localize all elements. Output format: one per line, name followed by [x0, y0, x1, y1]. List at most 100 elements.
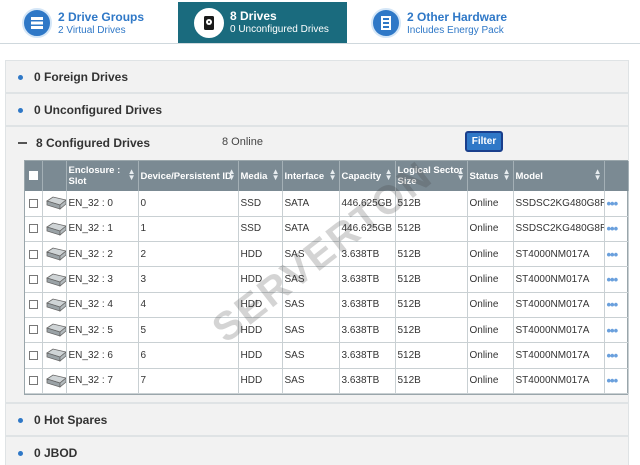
- row-more-button[interactable]: •••: [604, 266, 629, 293]
- row-checkbox[interactable]: [25, 292, 43, 318]
- cell-status: Online: [467, 241, 514, 268]
- section-hot-spares: 0 Hot Spares: [5, 403, 629, 436]
- row-checkbox[interactable]: [25, 342, 43, 369]
- cell-model: ST4000NM017A: [513, 266, 605, 293]
- cell-cap: 446.625GB: [339, 216, 396, 243]
- header-model[interactable]: Model ▲ ▼: [513, 161, 605, 191]
- more-icon[interactable]: •••: [607, 323, 619, 338]
- section-toggle-hot-spares[interactable]: 0 Hot Spares: [6, 404, 628, 436]
- cell-slot: EN_32 : 0: [66, 191, 139, 217]
- more-icon[interactable]: •••: [607, 297, 619, 312]
- section-toggle-foreign[interactable]: 0 Foreign Drives: [6, 61, 628, 93]
- header-sector-size[interactable]: Logical Sector Size ▲ ▼: [395, 161, 468, 191]
- drive-icon: [42, 342, 67, 369]
- cell-slot: EN_32 : 7: [66, 368, 139, 394]
- row-more-button[interactable]: •••: [604, 191, 629, 217]
- row-more-button[interactable]: •••: [604, 241, 629, 268]
- section-title: 0 JBOD: [34, 446, 78, 460]
- cell-cap: 3.638TB: [339, 342, 396, 369]
- cell-id: 1: [138, 216, 239, 243]
- cell-status: Online: [467, 216, 514, 243]
- row-checkbox[interactable]: [25, 368, 43, 394]
- table-row[interactable]: EN_32 : 6 6 HDD SAS 3.638TB 512B Online ST4000N…: [25, 342, 629, 369]
- cell-iface: SAS: [282, 368, 340, 394]
- cell-lss: 512B: [395, 216, 468, 243]
- drive-icon: [42, 191, 67, 217]
- more-icon[interactable]: •••: [607, 247, 619, 262]
- cell-cap: 3.638TB: [339, 292, 396, 318]
- table-row[interactable]: EN_32 : 5 5 HDD SAS 3.638TB 512B Online ST4000N…: [25, 317, 629, 344]
- cell-id: 0: [138, 191, 239, 217]
- tab-subtitle: 0 Unconfigured Drives: [230, 24, 329, 35]
- row-checkbox[interactable]: [25, 266, 43, 293]
- tab-drive-groups[interactable]: 2 Drive Groups 2 Virtual Drives: [22, 3, 144, 43]
- filter-button[interactable]: Filter: [465, 131, 503, 152]
- sort-icon: ▲ ▼: [328, 167, 337, 182]
- cell-slot: EN_32 : 5: [66, 317, 139, 344]
- more-icon[interactable]: •••: [607, 373, 619, 388]
- cell-lss: 512B: [395, 317, 468, 344]
- sort-icon: ▲ ▼: [384, 167, 393, 182]
- table-row[interactable]: EN_32 : 1 1 SSD SATA 446.625GB 512B Online SSDS…: [25, 216, 629, 243]
- more-icon[interactable]: •••: [607, 348, 619, 363]
- cell-iface: SAS: [282, 292, 340, 318]
- table-row[interactable]: EN_32 : 7 7 HDD SAS 3.638TB 512B Online ST4000N…: [25, 368, 629, 394]
- cell-model: ST4000NM017A: [513, 292, 605, 318]
- section-foreign-drives: 0 Foreign Drives: [5, 60, 629, 93]
- cell-cap: 3.638TB: [339, 241, 396, 268]
- cell-status: Online: [467, 368, 514, 394]
- section-toggle-jbod[interactable]: 0 JBOD: [6, 437, 628, 465]
- header-device-id[interactable]: Device/Persistent ID ▲ ▼: [138, 161, 239, 191]
- table-row[interactable]: EN_32 : 2 2 HDD SAS 3.638TB 512B Online ST4000N…: [25, 241, 629, 268]
- cell-lss: 512B: [395, 241, 468, 268]
- cell-slot: EN_32 : 2: [66, 241, 139, 268]
- row-checkbox[interactable]: [25, 317, 43, 344]
- sort-icon: ▲ ▼: [271, 167, 280, 182]
- section-jbod: 0 JBOD: [5, 436, 629, 465]
- bullet-icon: [18, 74, 23, 80]
- header-capacity[interactable]: Capacity ▲ ▼: [339, 161, 396, 191]
- tab-bar: 2 Drive Groups 2 Virtual Drives 8 Drives…: [0, 0, 640, 44]
- tab-other-hardware[interactable]: 2 Other Hardware Includes Energy Pack: [371, 3, 507, 43]
- row-checkbox[interactable]: [25, 191, 43, 217]
- row-more-button[interactable]: •••: [604, 317, 629, 344]
- row-more-button[interactable]: •••: [604, 216, 629, 243]
- tab-divider: [0, 43, 640, 44]
- more-icon[interactable]: •••: [607, 272, 619, 287]
- section-title: 0 Unconfigured Drives: [34, 103, 163, 117]
- drive-icon: [42, 241, 67, 268]
- header-interface[interactable]: Interface ▲ ▼: [282, 161, 340, 191]
- more-icon[interactable]: •••: [607, 221, 619, 236]
- row-more-button[interactable]: •••: [604, 368, 629, 394]
- more-icon[interactable]: •••: [607, 196, 619, 211]
- section-toggle-configured[interactable]: 8 Configured Drives: [6, 127, 628, 159]
- row-checkbox[interactable]: [25, 216, 43, 243]
- bullet-icon: [18, 450, 23, 456]
- cell-media: SSD: [238, 216, 283, 243]
- cell-model: SSDSC2KG480G8R: [513, 191, 605, 217]
- section-toggle-unconfigured[interactable]: 0 Unconfigured Drives: [6, 94, 628, 126]
- cell-iface: SAS: [282, 241, 340, 268]
- cell-id: 2: [138, 241, 239, 268]
- select-all-checkbox[interactable]: [25, 161, 43, 191]
- cell-status: Online: [467, 342, 514, 369]
- sort-icon: ▲ ▼: [593, 167, 602, 182]
- table-row[interactable]: EN_32 : 0 0 SSD SATA 446.625GB 512B Online SSDS…: [25, 191, 629, 217]
- header-status[interactable]: Status ▲ ▼: [467, 161, 514, 191]
- row-checkbox[interactable]: [25, 241, 43, 268]
- header-media[interactable]: Media ▲ ▼: [238, 161, 283, 191]
- cell-cap: 3.638TB: [339, 368, 396, 394]
- row-more-button[interactable]: •••: [604, 292, 629, 318]
- table-row[interactable]: EN_32 : 3 3 HDD SAS 3.638TB 512B Online ST4000N…: [25, 266, 629, 293]
- cell-media: HDD: [238, 241, 283, 268]
- row-more-button[interactable]: •••: [604, 342, 629, 369]
- cell-id: 7: [138, 368, 239, 394]
- cell-lss: 512B: [395, 191, 468, 217]
- cell-id: 6: [138, 342, 239, 369]
- sort-icon: ▲ ▼: [456, 167, 465, 182]
- header-enclosure-slot[interactable]: Enclosure : Slot ▲ ▼: [66, 161, 139, 191]
- sort-icon: ▲ ▼: [127, 167, 136, 182]
- tab-drives[interactable]: 8 Drives 0 Unconfigured Drives: [178, 2, 347, 43]
- table-row[interactable]: EN_32 : 4 4 HDD SAS 3.638TB 512B Online ST4000N…: [25, 292, 629, 318]
- header-icon-col: [42, 161, 67, 191]
